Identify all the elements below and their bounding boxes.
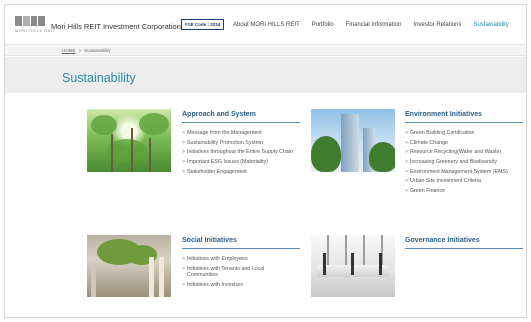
mori-hills-logo-icon bbox=[15, 16, 45, 26]
main-nav: About MORI HILLS REIT Portfolio Financia… bbox=[233, 22, 509, 28]
approach-link-list: Message from the Management Sustainabili… bbox=[182, 130, 304, 178]
nav-item-sustainability[interactable]: Sustainability bbox=[473, 22, 508, 28]
environment-divider bbox=[405, 122, 523, 123]
link-resource-recycling[interactable]: Resource Recycling(Water and Waste) bbox=[405, 149, 523, 156]
link-initiatives-with-investors[interactable]: Initiatives with Investors bbox=[182, 282, 294, 289]
breadcrumb-separator: > bbox=[78, 48, 82, 53]
breadcrumb-current: Sustainability bbox=[84, 48, 111, 53]
nav-item-about[interactable]: About MORI HILLS REIT bbox=[233, 22, 300, 28]
link-green-building-certification[interactable]: Green Building Certification bbox=[405, 130, 523, 137]
link-greenery-biodiversity[interactable]: Increasing Greenery and Biodiversity bbox=[405, 159, 523, 166]
breadcrumb: HOME > Sustainability bbox=[62, 48, 111, 53]
page-title: Sustainability bbox=[62, 71, 136, 85]
social-link-list: Initiatives with Employees Initiatives w… bbox=[182, 256, 294, 291]
corporation-name[interactable]: Mori Hills REIT Investment Corporation bbox=[51, 22, 181, 31]
environment-thumbnail[interactable] bbox=[311, 109, 395, 172]
approach-thumbnail[interactable] bbox=[87, 109, 171, 172]
site-logo[interactable]: MORI HILLS REIT bbox=[15, 16, 55, 36]
breadcrumb-home[interactable]: HOME bbox=[62, 48, 76, 53]
social-section-title[interactable]: Social Initiatives bbox=[182, 237, 237, 244]
environment-section-title[interactable]: Environment Initiatives bbox=[405, 111, 482, 118]
logo-text: MORI HILLS REIT bbox=[15, 28, 56, 33]
link-green-finance[interactable]: Green Finance bbox=[405, 188, 523, 195]
link-climate-change[interactable]: Climate Change bbox=[405, 140, 523, 147]
breadcrumb-bar: HOME > Sustainability bbox=[5, 44, 526, 56]
governance-section-title[interactable]: Governance Initiatives bbox=[405, 237, 480, 244]
link-urban-site-investment-criteria[interactable]: Urban Site Investment Criteria bbox=[405, 178, 523, 185]
browser-page: MORI HILLS REIT Mori Hills REIT Investme… bbox=[4, 4, 527, 318]
link-initiatives-with-employees[interactable]: Initiatives with Employees bbox=[182, 256, 294, 263]
nav-item-investor-relations[interactable]: Investor Relations bbox=[413, 22, 461, 28]
link-stakeholder-engagement[interactable]: Stakeholder Engagement bbox=[182, 169, 304, 176]
nav-item-financial-information[interactable]: Financial Information bbox=[346, 22, 402, 28]
link-environment-management-system[interactable]: Environment Management System (EMS) bbox=[405, 169, 523, 176]
nav-item-portfolio[interactable]: Portfolio bbox=[312, 22, 334, 28]
social-divider bbox=[182, 248, 300, 249]
fse-code-badge: FSE Code : 3234 bbox=[181, 19, 225, 30]
social-thumbnail[interactable] bbox=[87, 235, 171, 297]
title-band: Sustainability bbox=[5, 57, 526, 93]
governance-thumbnail[interactable] bbox=[311, 235, 395, 297]
link-supply-chain-initiatives[interactable]: Initiatives throughout the Entire Supply… bbox=[182, 149, 304, 156]
approach-section-title[interactable]: Approach and System bbox=[182, 111, 256, 118]
link-important-esg-issues[interactable]: Important ESG Issues (Materiality) bbox=[182, 159, 304, 166]
approach-divider bbox=[182, 122, 300, 123]
link-message-from-management[interactable]: Message from the Management bbox=[182, 130, 304, 137]
governance-divider bbox=[405, 248, 523, 249]
site-header: MORI HILLS REIT Mori Hills REIT Investme… bbox=[5, 5, 526, 39]
link-initiatives-with-tenants[interactable]: Initiatives with Tenants and Local Commu… bbox=[182, 266, 294, 279]
link-sustainability-promotion-system[interactable]: Sustainability Promotion System bbox=[182, 140, 304, 147]
environment-link-list: Green Building Certification Climate Cha… bbox=[405, 130, 523, 198]
